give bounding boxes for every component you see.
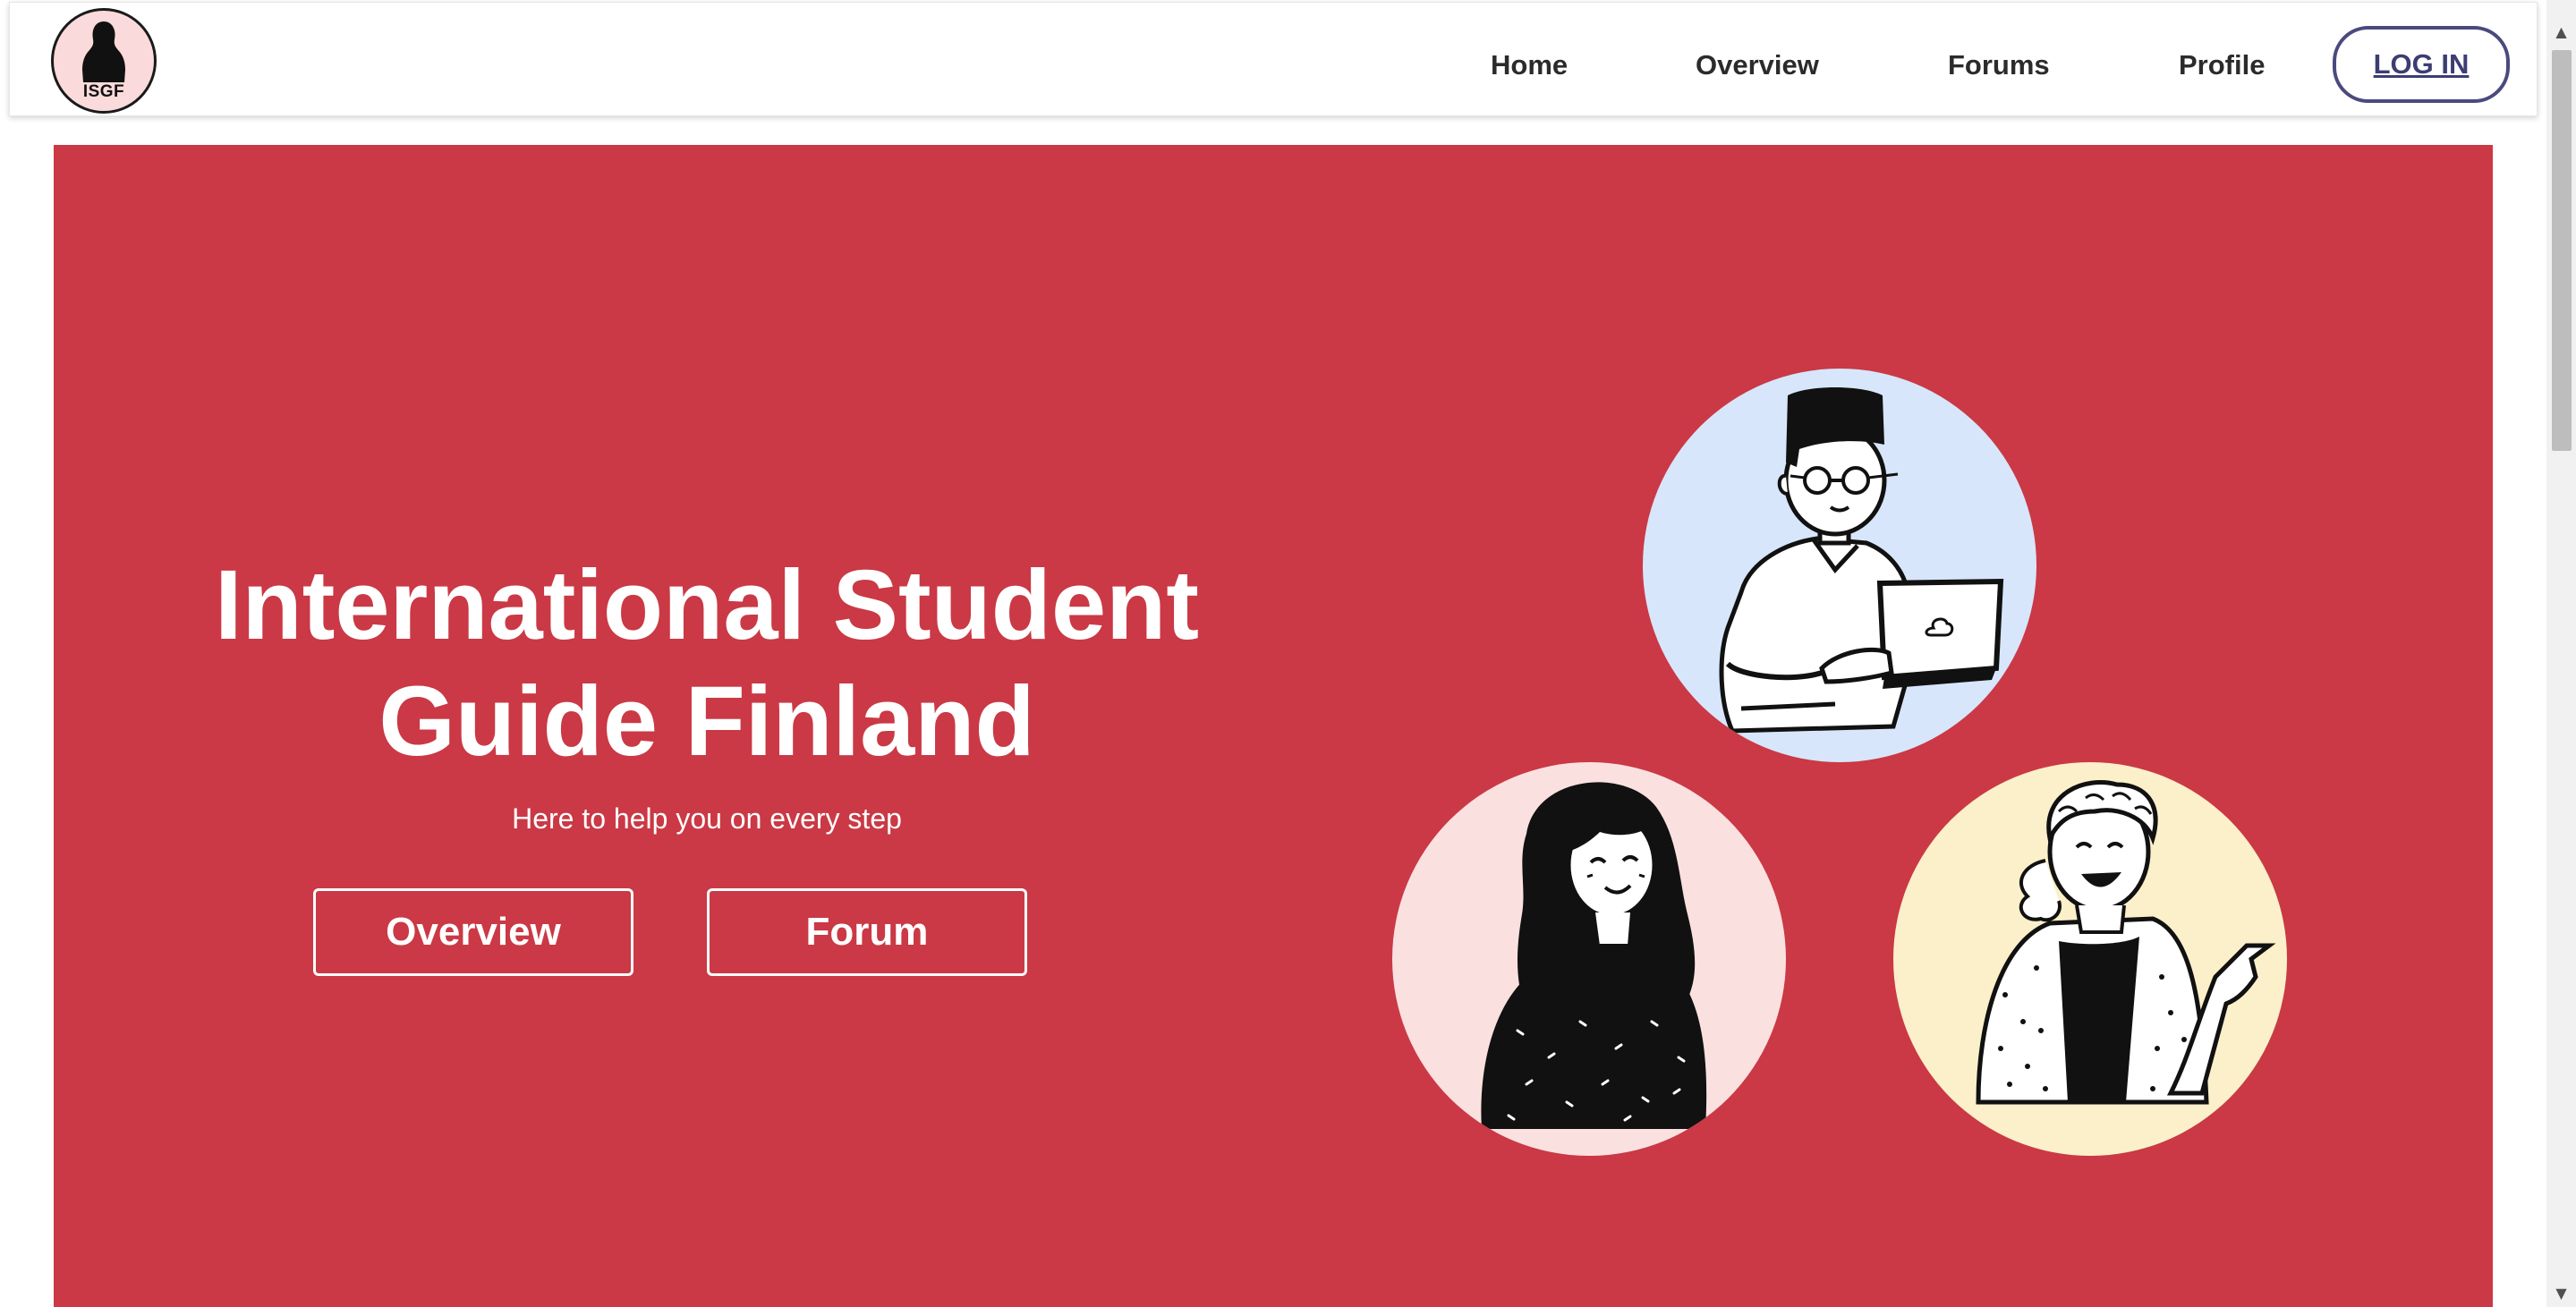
nav-profile[interactable]: Profile: [2179, 49, 2265, 81]
nav-forums[interactable]: Forums: [1948, 49, 2050, 81]
hero-title-line2: Guide Finland: [378, 666, 1035, 777]
overview-button[interactable]: Overview: [313, 888, 633, 976]
hero-section: International Student Guide Finland Here…: [54, 145, 2493, 1307]
hero-title: International Student Guide Finland: [170, 547, 1244, 780]
page: ISGF Home Overview Forums Profile LOG IN…: [0, 0, 2576, 1307]
scroll-down-arrow-icon[interactable]: ▼: [2546, 1279, 2576, 1306]
hero-subtitle: Here to help you on every step: [512, 802, 902, 835]
nav-home[interactable]: Home: [1491, 49, 1568, 81]
smiling-woman-illustration: [1392, 762, 1786, 1156]
hero-title-line1: International Student: [215, 550, 1199, 660]
login-button[interactable]: LOG IN: [2333, 26, 2510, 103]
scrollbar-thumb[interactable]: [2552, 50, 2572, 451]
nav-overview[interactable]: Overview: [1696, 49, 1819, 81]
forum-button[interactable]: Forum: [707, 888, 1027, 976]
student-with-laptop-illustration: [1643, 369, 2036, 762]
logo[interactable]: ISGF: [51, 8, 157, 114]
scroll-up-arrow-icon[interactable]: ▲: [2546, 18, 2576, 45]
vertical-scrollbar[interactable]: ▲ ▼: [2546, 0, 2576, 1307]
pointing-woman-illustration: [1893, 762, 2287, 1156]
logo-text: ISGF: [82, 82, 125, 101]
navbar: ISGF Home Overview Forums Profile LOG IN: [9, 2, 2538, 116]
